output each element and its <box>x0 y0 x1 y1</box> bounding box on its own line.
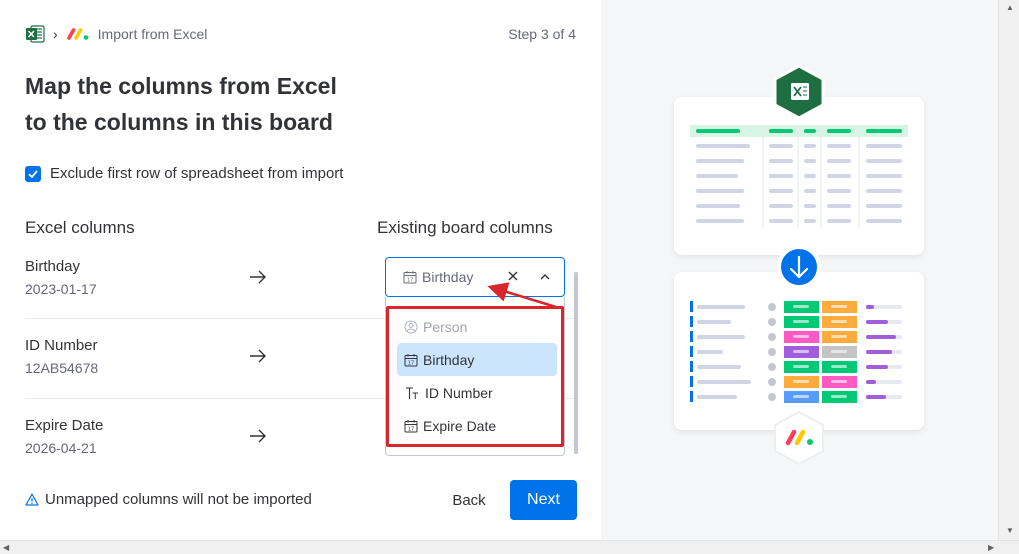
page-title: Map the columns from Excel to the column… <box>25 68 385 140</box>
next-button[interactable]: Next <box>510 480 577 520</box>
exclude-first-row-option[interactable]: Exclude first row of spreadsheet from im… <box>25 165 343 182</box>
excel-column-name: Birthday <box>25 258 81 275</box>
breadcrumb-title: Import from Excel <box>97 26 208 42</box>
menu-item-expire-date[interactable]: 17 Expire Date <box>397 409 557 442</box>
board-columns-header: Existing board columns <box>377 218 553 237</box>
excel-icon <box>26 25 45 43</box>
checkmark-icon <box>28 169 38 178</box>
arrow-right-icon <box>250 349 266 363</box>
page-title-line-2: to the columns in this board <box>25 109 333 135</box>
mapping-panel: › Import from Excel Step 3 of 4 Map the … <box>0 0 601 540</box>
exclude-first-row-checkbox[interactable] <box>25 165 41 182</box>
calendar-icon: 17 <box>404 419 418 432</box>
warning-text: Unmapped columns will not be imported <box>45 491 312 508</box>
back-button[interactable]: Back <box>440 481 498 519</box>
svg-text:17: 17 <box>408 360 414 366</box>
calendar-icon: 17 <box>403 271 417 284</box>
import-dialog: › Import from Excel Step 3 of 4 Map the … <box>0 0 1019 554</box>
menu-item-label: Birthday <box>423 351 475 368</box>
chevron-right-icon: › <box>53 26 58 42</box>
step-indicator: Step 3 of 4 <box>508 26 576 42</box>
arrow-right-icon <box>250 270 266 284</box>
unmapped-warning: Unmapped columns will not be imported <box>25 491 312 508</box>
breadcrumb: › Import from Excel <box>25 24 207 44</box>
warning-icon <box>25 493 39 506</box>
menu-item-label: Person <box>423 318 468 335</box>
horizontal-scrollbar[interactable]: ◀ ▶ <box>0 540 1019 554</box>
board-columns-menu: Person 17 Birthday ID Number 17 Expire D… <box>386 306 564 447</box>
menu-item-id-number[interactable]: ID Number <box>397 376 557 409</box>
chevron-up-icon[interactable] <box>539 271 551 283</box>
excel-column-sample: 2023-01-17 <box>25 281 97 297</box>
import-illustration <box>674 64 924 466</box>
scroll-right-icon[interactable]: ▶ <box>988 543 994 552</box>
board-priority-column <box>822 301 857 403</box>
menu-item-label: Expire Date <box>423 417 497 434</box>
excel-column-sample: 12AB54678 <box>25 360 99 376</box>
menu-item-person: Person <box>397 310 557 343</box>
select-value: Birthday <box>422 269 474 285</box>
dropdown-scrollbar[interactable] <box>574 272 578 454</box>
illustration-panel <box>601 0 998 540</box>
menu-item-label: ID Number <box>425 384 493 401</box>
scroll-up-icon[interactable]: ▲ <box>1006 3 1014 12</box>
svg-text:17: 17 <box>407 278 413 284</box>
scroll-left-icon[interactable]: ◀ <box>3 543 9 552</box>
arrow-down-icon <box>777 245 821 289</box>
arrow-right-icon <box>250 429 266 443</box>
exclude-first-row-label: Exclude first row of spreadsheet from im… <box>50 165 344 182</box>
excel-badge <box>773 64 825 120</box>
excel-column-name: Expire Date <box>25 417 104 434</box>
menu-item-birthday[interactable]: 17 Birthday <box>397 343 557 376</box>
excel-columns-header: Excel columns <box>25 218 135 237</box>
text-icon <box>406 386 418 399</box>
excel-column-sample: 2026-04-21 <box>25 440 97 456</box>
vertical-scrollbar[interactable]: ▲ ▼ <box>998 0 1019 540</box>
calendar-icon: 17 <box>404 353 418 366</box>
monday-logo-icon <box>66 28 88 40</box>
svg-text:17: 17 <box>408 426 414 432</box>
page-title-line-1: Map the columns from Excel <box>25 73 337 99</box>
scroll-down-icon[interactable]: ▼ <box>1006 526 1014 535</box>
excel-column-name: ID Number <box>25 337 98 354</box>
person-icon <box>404 320 418 333</box>
board-status-column <box>784 301 819 403</box>
clear-icon[interactable] <box>506 269 520 283</box>
board-column-select[interactable]: 17 Birthday <box>385 257 565 297</box>
